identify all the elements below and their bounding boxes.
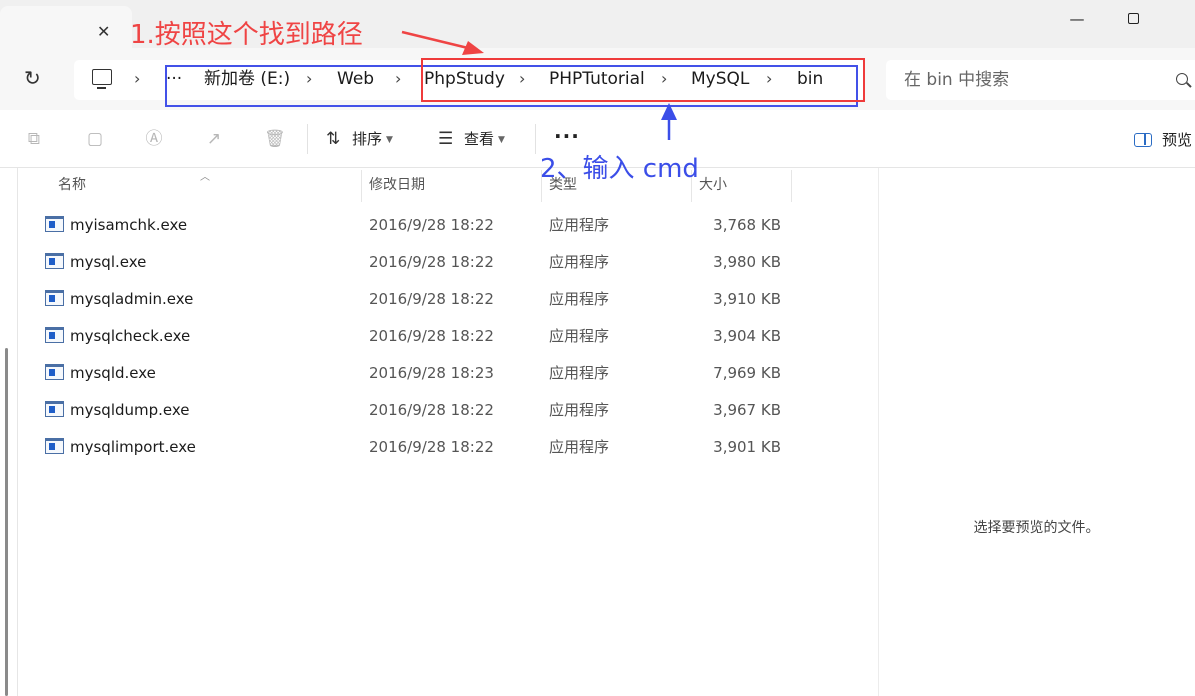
file-date: 2016/9/28 18:22 xyxy=(369,401,494,419)
file-date: 2016/9/28 18:22 xyxy=(369,253,494,271)
annotation-note-cmd: 2、输入 cmd xyxy=(540,154,699,184)
file-row[interactable]: mysqladmin.exe 2016/9/28 18:22 应用程序 3,91… xyxy=(18,281,878,318)
this-pc-icon[interactable] xyxy=(92,69,112,89)
file-name: mysqladmin.exe xyxy=(70,290,194,308)
search-placeholder[interactable]: 在 bin 中搜索 xyxy=(904,70,1009,90)
maximize-icon xyxy=(1127,13,1139,24)
sort-ascending-icon: ︿ xyxy=(200,172,210,183)
sort-button[interactable]: ⇅ 排序 ▼ xyxy=(326,128,393,150)
column-header-date[interactable]: 修改日期 xyxy=(369,176,425,194)
file-name: mysql.exe xyxy=(70,253,147,271)
breadcrumb-separator[interactable]: › xyxy=(134,69,140,89)
file-row[interactable]: mysqlcheck.exe 2016/9/28 18:22 应用程序 3,90… xyxy=(18,318,878,355)
nav-pane-scrollbar[interactable] xyxy=(5,348,8,696)
toolbar-divider xyxy=(307,124,308,154)
toolbar-divider xyxy=(535,124,536,154)
file-type: 应用程序 xyxy=(549,401,610,419)
file-name: myisamchk.exe xyxy=(70,216,188,234)
file-name: mysqlimport.exe xyxy=(70,438,196,456)
sort-label: 排序 xyxy=(352,130,383,148)
file-size: 3,768 KB xyxy=(713,216,781,234)
column-header-size[interactable]: 大小 xyxy=(699,176,727,194)
column-divider[interactable] xyxy=(791,170,792,202)
file-type: 应用程序 xyxy=(549,216,610,234)
explorer-tab[interactable]: ✕ xyxy=(0,6,132,48)
annotation-box-red xyxy=(421,58,865,102)
search-box[interactable]: 在 bin 中搜索 xyxy=(886,60,1195,100)
exe-file-icon xyxy=(45,401,64,417)
file-row[interactable]: mysqldump.exe 2016/9/28 18:22 应用程序 3,967… xyxy=(18,392,878,429)
file-name: mysqlcheck.exe xyxy=(70,327,191,345)
more-options-button[interactable]: ··· xyxy=(554,124,580,148)
share-icon[interactable]: ↗ xyxy=(204,129,224,149)
file-date: 2016/9/28 18:22 xyxy=(369,438,494,456)
exe-file-icon xyxy=(45,364,64,380)
file-type: 应用程序 xyxy=(549,364,610,382)
view-label: 查看 xyxy=(464,130,495,148)
file-name: mysqldump.exe xyxy=(70,401,190,419)
annotation-note-path: 1.按照这个找到路径 xyxy=(130,20,363,50)
copy-icon[interactable]: ⧉ xyxy=(24,129,44,149)
file-row[interactable]: mysql.exe 2016/9/28 18:22 应用程序 3,980 KB xyxy=(18,244,878,281)
file-date: 2016/9/28 18:22 xyxy=(369,216,494,234)
paste-icon[interactable]: ▢ xyxy=(85,129,105,149)
file-name: mysqld.exe xyxy=(70,364,156,382)
preview-pane-message: 选择要预览的文件。 xyxy=(973,520,1100,536)
column-divider[interactable] xyxy=(361,170,362,202)
rename-icon[interactable]: Ⓐ xyxy=(144,129,164,149)
file-size: 3,901 KB xyxy=(713,438,781,456)
close-tab-icon[interactable]: ✕ xyxy=(97,24,110,40)
file-row[interactable]: mysqlimport.exe 2016/9/28 18:22 应用程序 3,9… xyxy=(18,429,878,466)
minimize-button[interactable]: — xyxy=(1065,10,1089,28)
delete-icon[interactable]: 🗑 xyxy=(264,129,286,149)
chevron-down-icon: ▼ xyxy=(386,135,393,145)
preview-pane-divider[interactable] xyxy=(878,168,879,696)
search-icon[interactable] xyxy=(1176,73,1188,85)
file-type: 应用程序 xyxy=(549,253,610,271)
chevron-down-icon: ▼ xyxy=(498,135,505,145)
file-size: 7,969 KB xyxy=(713,364,781,382)
file-row[interactable]: mysqld.exe 2016/9/28 18:23 应用程序 7,969 KB xyxy=(18,355,878,392)
file-date: 2016/9/28 18:22 xyxy=(369,327,494,345)
file-size: 3,967 KB xyxy=(713,401,781,419)
file-row[interactable]: myisamchk.exe 2016/9/28 18:22 应用程序 3,768… xyxy=(18,207,878,244)
exe-file-icon xyxy=(45,290,64,306)
exe-file-icon xyxy=(45,438,64,454)
exe-file-icon xyxy=(45,253,64,269)
view-icon: ☰ xyxy=(438,129,454,149)
file-size: 3,980 KB xyxy=(713,253,781,271)
preview-pane-button[interactable]: 预览 xyxy=(1134,130,1192,150)
preview-label: 预览 xyxy=(1162,131,1193,149)
file-type: 应用程序 xyxy=(549,438,610,456)
exe-file-icon xyxy=(45,327,64,343)
file-type: 应用程序 xyxy=(549,327,610,345)
view-button[interactable]: ☰ 查看 ▼ xyxy=(438,128,505,150)
refresh-icon[interactable]: ↻ xyxy=(24,68,41,88)
exe-file-icon xyxy=(45,216,64,232)
sort-icon: ⇅ xyxy=(326,129,341,149)
file-list-area: ︿ 名称 修改日期 类型 大小 myisamchk.exe 2016/9/28 … xyxy=(0,168,1195,696)
file-date: 2016/9/28 18:23 xyxy=(369,364,494,382)
file-date: 2016/9/28 18:22 xyxy=(369,290,494,308)
file-size: 3,904 KB xyxy=(713,327,781,345)
file-size: 3,910 KB xyxy=(713,290,781,308)
maximize-button[interactable] xyxy=(1121,10,1145,28)
file-type: 应用程序 xyxy=(549,290,610,308)
column-header-name[interactable]: 名称 xyxy=(58,176,86,194)
preview-pane-icon xyxy=(1134,133,1152,147)
